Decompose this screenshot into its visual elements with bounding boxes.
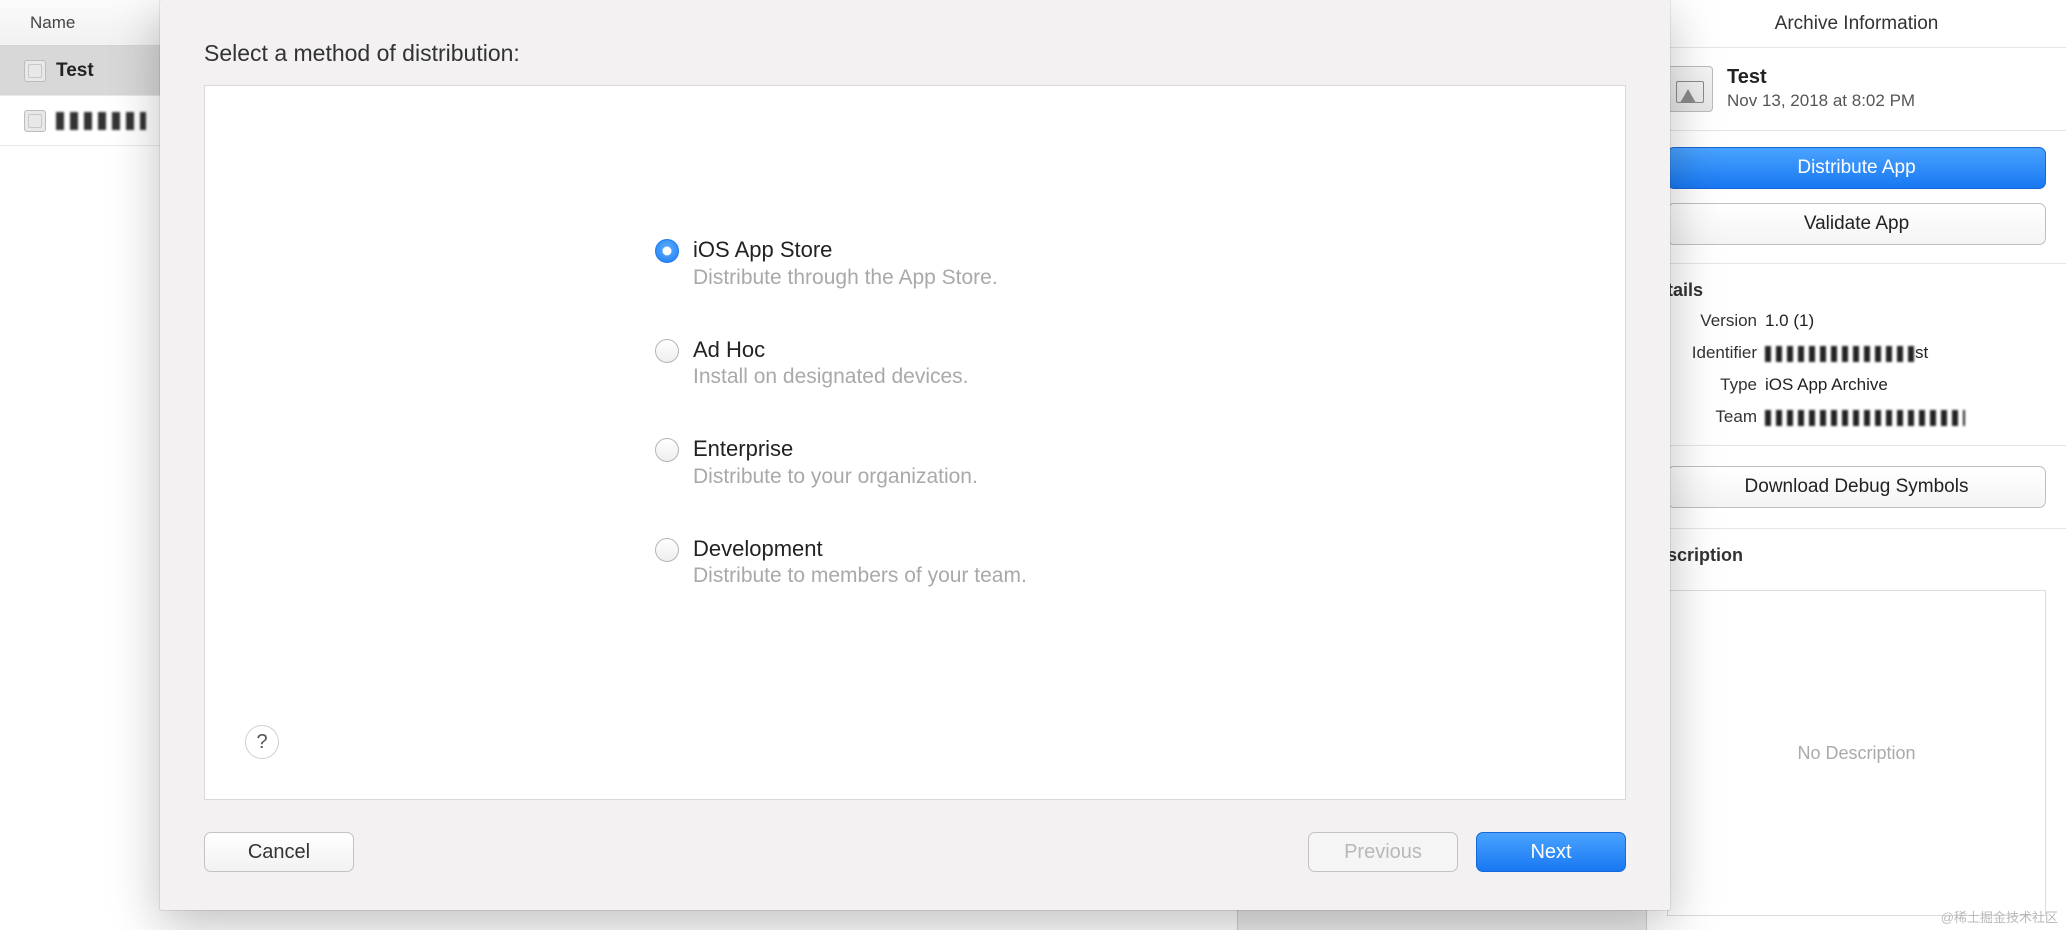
details-val-identifier: st (1765, 343, 2056, 363)
download-debug-symbols-label: Download Debug Symbols (1745, 476, 1969, 498)
details-val-type: iOS App Archive (1765, 375, 2056, 395)
column-header-label: Name (30, 13, 75, 33)
option-desc: Install on designated devices. (693, 365, 969, 389)
validate-app-label: Validate App (1804, 213, 1909, 235)
dialog-body: iOS App Store Distribute through the App… (204, 85, 1626, 800)
debug-symbols-section: Download Debug Symbols (1647, 446, 2066, 529)
details-val-version: 1.0 (1) (1765, 311, 2056, 331)
dialog-heading: Select a method of distribution: (204, 40, 1626, 67)
download-debug-symbols-button[interactable]: Download Debug Symbols (1667, 466, 2046, 508)
option-label: Enterprise (693, 435, 978, 463)
radio-icon[interactable] (655, 438, 679, 462)
archive-icon (24, 60, 46, 82)
details-key-team: Team (1657, 407, 1757, 427)
previous-button[interactable]: Previous (1308, 832, 1458, 872)
radio-icon[interactable] (655, 339, 679, 363)
archive-summary-text: Test Nov 13, 2018 at 8:02 PM (1727, 66, 1915, 112)
description-box[interactable]: No Description (1667, 590, 2046, 916)
description-section-label: escription (1647, 529, 2066, 576)
cancel-button[interactable]: Cancel (204, 832, 354, 872)
archive-icon (24, 110, 46, 132)
distribute-app-label: Distribute App (1797, 157, 1915, 179)
option-desc: Distribute to your organization. (693, 465, 978, 489)
archive-name: Test (1727, 66, 1915, 89)
option-ad-hoc[interactable]: Ad Hoc Install on designated devices. (655, 336, 1625, 390)
option-desc: Distribute to members of your team. (693, 564, 1027, 588)
distribute-app-button[interactable]: Distribute App (1667, 147, 2046, 189)
next-button[interactable]: Next (1476, 832, 1626, 872)
details-key-identifier: Identifier (1657, 343, 1757, 363)
details-val-team (1765, 407, 2056, 427)
radio-icon[interactable] (655, 538, 679, 562)
previous-label: Previous (1344, 841, 1422, 863)
archive-summary: Test Nov 13, 2018 at 8:02 PM (1647, 48, 2066, 131)
archive-name-label: Test (56, 60, 94, 82)
archive-info-panel: Archive Information Test Nov 13, 2018 at… (1646, 0, 2066, 930)
option-ios-app-store[interactable]: iOS App Store Distribute through the App… (655, 236, 1625, 290)
distribution-options: iOS App Store Distribute through the App… (655, 236, 1625, 588)
option-label: Development (693, 535, 1027, 563)
help-button[interactable]: ? (245, 725, 279, 759)
distribution-method-dialog: Select a method of distribution: iOS App… (160, 0, 1670, 910)
next-label: Next (1530, 841, 1571, 863)
option-label: Ad Hoc (693, 336, 969, 364)
help-icon: ? (256, 731, 267, 754)
app-icon (1667, 66, 1713, 112)
details-section-label: etails (1647, 264, 2066, 311)
team-redacted (1765, 410, 1965, 426)
option-development[interactable]: Development Distribute to members of you… (655, 535, 1625, 589)
archive-actions: Distribute App Validate App (1647, 131, 2066, 264)
cancel-label: Cancel (248, 841, 310, 863)
details-key-version: Version (1657, 311, 1757, 331)
option-label: iOS App Store (693, 236, 998, 264)
details-key-type: Type (1657, 375, 1757, 395)
dialog-footer: Cancel Previous Next (204, 800, 1626, 880)
details-grid: Version 1.0 (1) Identifier st Type iOS A… (1647, 311, 2066, 446)
identifier-redacted (1765, 346, 1915, 362)
validate-app-button[interactable]: Validate App (1667, 203, 2046, 245)
archive-date: Nov 13, 2018 at 8:02 PM (1727, 91, 1915, 111)
no-description-placeholder: No Description (1797, 743, 1915, 764)
option-desc: Distribute through the App Store. (693, 266, 998, 290)
archive-name-redacted (56, 112, 146, 130)
option-enterprise[interactable]: Enterprise Distribute to your organizati… (655, 435, 1625, 489)
radio-icon[interactable] (655, 239, 679, 263)
archive-info-title: Archive Information (1647, 0, 2066, 48)
watermark: @稀土掘金技术社区 (1941, 907, 2058, 926)
